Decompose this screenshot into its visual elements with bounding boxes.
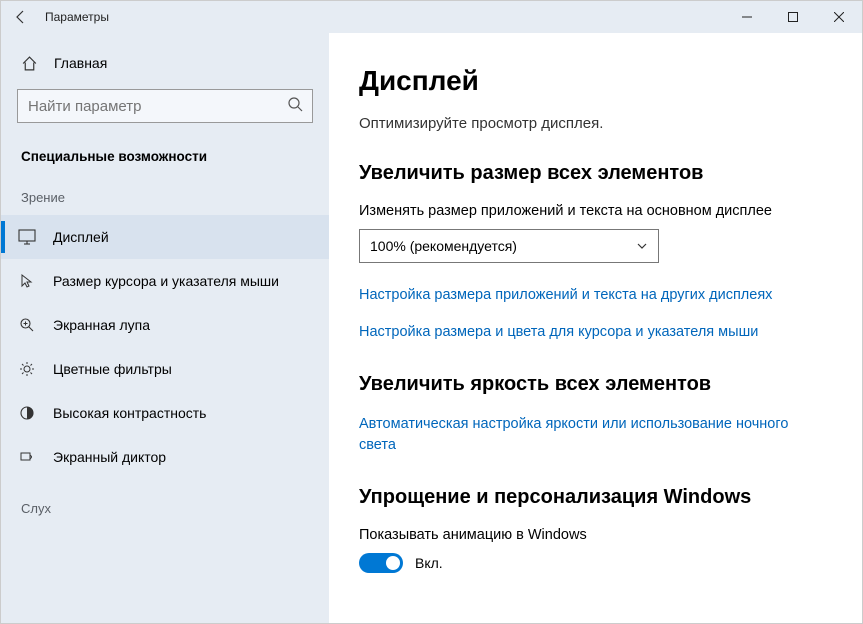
sidebar-item-label: Дисплей [53,229,109,245]
magnifier-icon [17,317,37,333]
page-subtitle: Оптимизируйте просмотр дисплея. [359,115,832,132]
sidebar-section-title: Специальные возможности [1,141,329,182]
sidebar-item-cursor[interactable]: Размер курсора и указателя мыши [1,259,329,303]
scale-select-value: 100% (рекомендуется) [370,238,517,254]
search-icon [287,96,303,112]
sidebar-item-label: Экранный диктор [53,449,166,465]
sidebar-item-high-contrast[interactable]: Высокая контрастность [1,391,329,435]
minimize-button[interactable] [724,1,770,33]
narrator-icon [17,449,37,465]
sidebar-item-label: Высокая контрастность [53,405,206,421]
maximize-button[interactable] [770,1,816,33]
toggle-animations-label: Показывать анимацию в Windows [359,527,832,543]
close-button[interactable] [816,1,862,33]
scale-label: Изменять размер приложений и текста на о… [359,203,832,219]
settings-window: Параметры Главная [0,0,863,624]
link-brightness-settings[interactable]: Автоматическая настройка яркости или исп… [359,414,829,456]
chevron-down-icon [636,240,648,252]
sidebar: Главная Специальные возможности Зрение Д… [1,33,329,623]
sidebar-group-hearing: Слух [1,493,329,526]
scale-select[interactable]: 100% (рекомендуется) [359,229,659,263]
sidebar-home-label: Главная [54,55,107,71]
link-cursor-settings[interactable]: Настройка размера и цвета для курсора и … [359,322,832,343]
toggle-animations[interactable] [359,553,403,573]
toggle-state-text: Вкл. [415,555,443,571]
monitor-icon [17,229,37,245]
sidebar-item-color-filters[interactable]: Цветные фильтры [1,347,329,391]
search-input[interactable] [17,89,313,123]
sidebar-item-magnifier[interactable]: Экранная лупа [1,303,329,347]
sidebar-item-label: Цветные фильтры [53,361,172,377]
contrast-icon [17,405,37,421]
toggle-knob [386,556,400,570]
section-simplify-title: Упрощение и персонализация Windows [359,486,832,509]
titlebar: Параметры [1,1,862,33]
section-scale-title: Увеличить размер всех элементов [359,162,832,185]
sidebar-item-label: Экранная лупа [53,317,150,333]
section-brightness-title: Увеличить яркость всех элементов [359,373,832,396]
cursor-icon [17,273,37,289]
sidebar-home[interactable]: Главная [1,41,329,85]
content-area: Дисплей Оптимизируйте просмотр дисплея. … [329,33,862,623]
window-title: Параметры [41,10,109,24]
sidebar-item-display[interactable]: Дисплей [1,215,329,259]
home-icon [21,55,38,72]
sidebar-item-narrator[interactable]: Экранный диктор [1,435,329,479]
search-input-wrap [17,89,313,123]
sidebar-item-label: Размер курсора и указателя мыши [53,273,279,289]
sidebar-group-vision: Зрение [1,182,329,215]
back-button[interactable] [1,9,41,25]
link-scale-other-displays[interactable]: Настройка размера приложений и текста на… [359,285,832,306]
brightness-icon [17,361,37,377]
page-title: Дисплей [359,65,832,97]
